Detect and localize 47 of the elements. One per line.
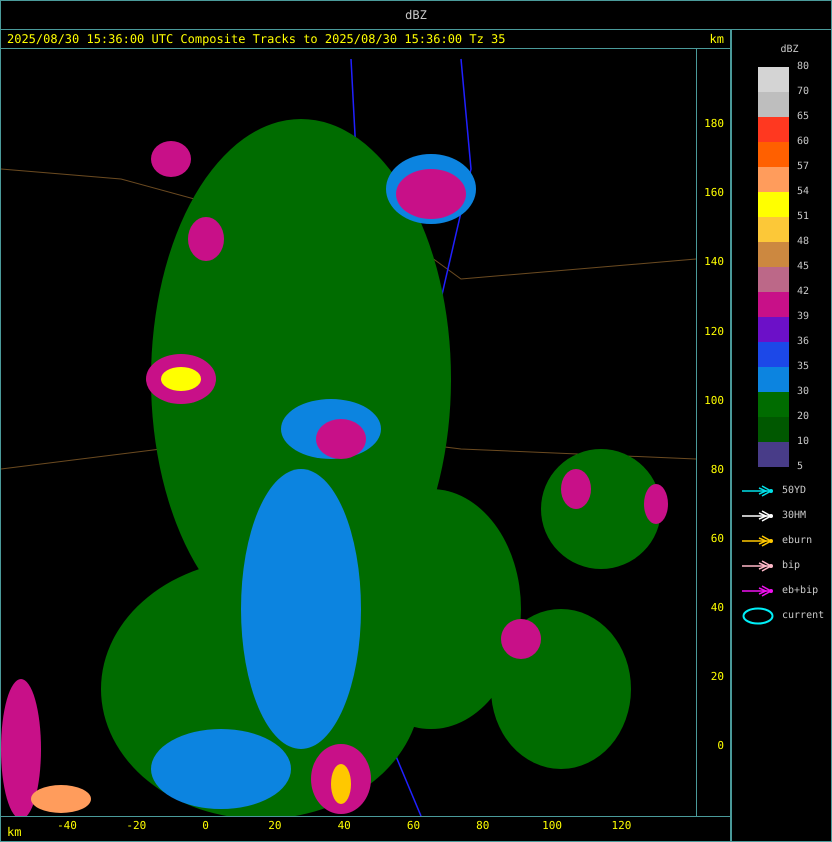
y-axis-tick-label: 160 [704,186,724,200]
y-axis-tick-label: 120 [704,324,724,338]
track-label: current [782,610,824,621]
scale-label: 48 [796,236,810,249]
scale-label: 30 [796,386,810,399]
scale-label: 20 [796,411,810,424]
x-axis-tick-label: 0 [202,819,209,834]
scale-label: 45 [796,261,810,274]
track-label: eb+bip [782,585,818,596]
scale-label: 60 [796,136,810,149]
y-axis-tick-label: 60 [710,532,724,545]
x-axis-tick-label: 80 [476,819,490,834]
y-axis-tick-label: 140 [704,255,724,268]
caption-text: 2025/08/30 15:36:00 UTC Composite Tracks to 2025/08/30 15:36:00 Tz 35 [7,32,506,46]
scale-label: 5 [796,461,804,474]
x-axis-tick-label: -20 [126,819,146,834]
y-axis-tick-label: 180 [704,117,724,130]
scale-label: 54 [796,186,810,199]
legend-title: dBZ [780,44,799,55]
x-axis-tick-label: 40 [338,819,351,834]
x-axis-tick-label: 60 [406,819,420,834]
y-axis-tick-label: 80 [710,462,724,476]
scale-label: 35 [796,361,810,374]
y-axis-tick-label: 40 [710,600,724,614]
x-axis-tick-label: -40 [57,819,77,834]
x-axis-tick-label: 20 [268,819,282,834]
track-label: 30HM [782,510,806,521]
y-axis-tick-label: 0 [717,739,724,752]
scale-label: 65 [796,111,810,124]
track-label: bip [782,560,800,571]
scale-label: 36 [796,336,810,349]
x-axis-unit-label: km [7,825,22,840]
scale-label: 70 [796,86,810,99]
unit-label: km [710,32,724,46]
track-label: 50YD [782,485,806,496]
y-axis-tick-label: 100 [704,394,724,407]
x-axis-tick-label: 120 [611,819,632,834]
y-axis-tick-label: 20 [710,670,724,684]
x-axis-tick-label: 100 [542,819,562,834]
scale-label: 42 [796,286,810,299]
scale-label: 10 [796,436,810,449]
scale-label: 39 [796,311,810,324]
scale-label: 51 [796,211,810,224]
scale-label: 80 [796,61,810,74]
window-title: dBZ [405,8,427,22]
track-label: eburn [782,535,812,546]
scale-label: 57 [796,161,810,174]
